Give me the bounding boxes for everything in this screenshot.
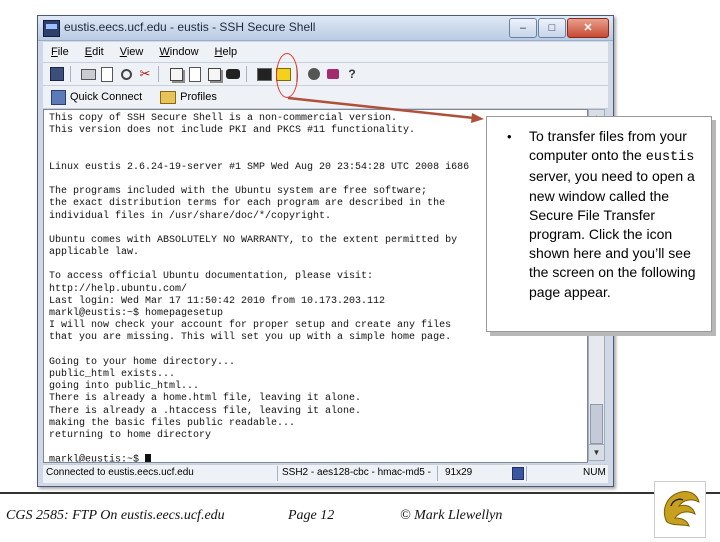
terminal-line: making the basic files public readable..… (49, 417, 296, 429)
ssh-app-icon (43, 20, 60, 37)
scrollbar-thumb[interactable] (590, 404, 603, 444)
minimize-button[interactable]: – (509, 18, 537, 38)
main-toolbar: ✂ ? (43, 63, 608, 86)
connection-toolbar: Quick Connect Profiles (43, 86, 608, 109)
footer-page-number: Page 12 (288, 508, 335, 523)
close-button[interactable]: ✕ (567, 18, 609, 38)
status-connection: Connected to eustis.eecs.ucf.edu (46, 467, 194, 478)
callout-box: • To transfer files from your computer o… (486, 116, 712, 332)
status-divider (526, 466, 527, 481)
settings-icon[interactable] (306, 66, 322, 82)
terminal-line: There is already a .htaccess file, leavi… (49, 405, 362, 417)
status-size: 91x29 (445, 467, 473, 478)
status-bar: Connected to eustis.eecs.ucf.edu SSH2 - … (43, 464, 608, 483)
pegasus-logo-icon (663, 491, 700, 527)
binoculars-icon[interactable] (225, 66, 241, 82)
status-num-lock: NUM (583, 467, 606, 478)
window-title: eustis.eecs.ucf.edu - eustis - SSH Secur… (64, 20, 316, 34)
profiles-folder-icon[interactable] (160, 90, 177, 104)
paste-icon[interactable] (187, 66, 203, 82)
find-icon[interactable] (118, 66, 134, 82)
window-controls: – □ ✕ (509, 18, 609, 38)
callout-bullet: • (507, 129, 512, 144)
status-cipher: SSH2 - aes128-cbc - hmac-md5 - none (282, 467, 434, 478)
scroll-down-arrow-icon[interactable]: ▼ (589, 444, 604, 460)
terminal-line: returning to home directory (49, 429, 212, 441)
menu-window[interactable]: Window (151, 46, 206, 58)
callout-server-name: eustis (645, 150, 695, 166)
terminal-line: markl@eustis:~$ (49, 454, 587, 462)
terminal-line: Going to your home directory... (49, 356, 236, 368)
terminal-line: that you are missing. This will set you … (49, 332, 452, 344)
terminal-line: public_html exists... (49, 368, 176, 380)
profile-keys-icon[interactable] (325, 66, 341, 82)
paste-alt-icon[interactable] (206, 66, 222, 82)
terminal-line: There is already a home.html file, leavi… (49, 393, 362, 405)
window-titlebar[interactable]: eustis.eecs.ucf.edu - eustis - SSH Secur… (38, 16, 613, 41)
print-icon[interactable] (80, 66, 96, 82)
footer-author: © Mark Llewellyn (400, 508, 503, 523)
toolbar-separator (70, 66, 77, 82)
terminal-cursor (145, 454, 152, 462)
copy-icon[interactable] (168, 66, 184, 82)
quick-connect-icon[interactable] (51, 89, 66, 105)
menu-view[interactable]: View (112, 46, 152, 58)
ucf-pegasus-logo (654, 481, 706, 538)
status-divider (437, 466, 438, 481)
lock-icon (512, 467, 524, 480)
menu-edit[interactable]: Edit (77, 46, 112, 58)
profiles-button[interactable]: Profiles (180, 91, 217, 103)
toolbar-separator (158, 66, 165, 82)
context-help-icon[interactable]: ? (344, 66, 360, 82)
highlight-oval (276, 53, 298, 98)
maximize-button[interactable]: □ (538, 18, 566, 38)
callout-text-end: server, you need to open a new window ca… (529, 168, 696, 300)
print-preview-icon[interactable] (99, 66, 115, 82)
toolbar-separator (246, 66, 253, 82)
callout-text: To transfer files from your computer ont… (529, 127, 701, 302)
cut-icon[interactable]: ✂ (137, 66, 153, 82)
new-terminal-icon[interactable] (256, 66, 272, 82)
menu-file[interactable]: File (43, 46, 77, 58)
menu-bar: File Edit View Window Help (43, 42, 608, 63)
footer-course: CGS 2585: FTP On eustis.eecs.ucf.edu (6, 508, 225, 523)
status-divider (277, 466, 278, 481)
quick-connect-button[interactable]: Quick Connect (70, 91, 142, 103)
terminal-line: going into public_html... (49, 381, 200, 393)
slide-footer: CGS 2585: FTP On eustis.eecs.ucf.edu Pag… (0, 494, 720, 540)
save-icon[interactable] (49, 66, 65, 82)
menu-help[interactable]: Help (207, 46, 246, 58)
